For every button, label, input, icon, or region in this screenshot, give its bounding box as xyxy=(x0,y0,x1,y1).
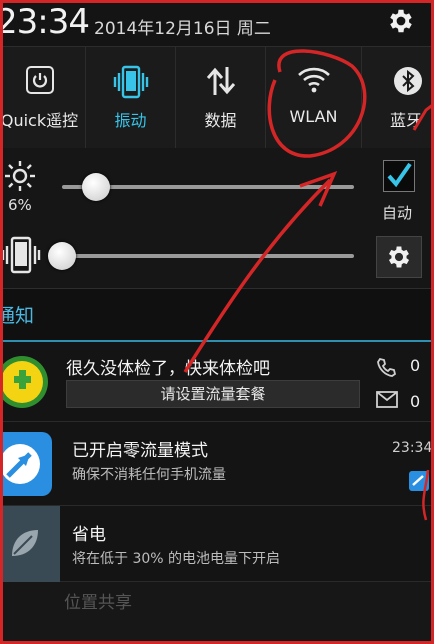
brightness-percent: 6% xyxy=(8,196,32,214)
brightness-slider-thumb[interactable] xyxy=(82,173,111,201)
call-count: 0 xyxy=(410,356,421,375)
quick-settings-toggles: Quick遥控 振动 数据 WLAN 蓝牙 xyxy=(0,46,434,150)
notification-subtitle: 将在低于 30% 的电池电量下开启 xyxy=(72,551,281,567)
toggle-quick-remote[interactable]: Quick遥控 xyxy=(0,47,86,149)
toggle-label: 数据 xyxy=(204,111,237,130)
notification-power-saving[interactable]: 省电 将在低于 30% 的电池电量下开启 xyxy=(0,506,434,582)
notification-title: 已开启零流量模式 xyxy=(72,441,208,461)
checkmark-icon xyxy=(387,162,412,188)
small-app-badge-icon xyxy=(409,471,429,491)
notification-health-check[interactable]: 很久没体检了，快来体检吧 请设置流量套餐 0 0 xyxy=(0,342,434,422)
set-data-plan-button[interactable]: 请设置流量套餐 xyxy=(66,380,360,408)
gear-icon xyxy=(388,246,410,268)
clock: 23:34 xyxy=(0,2,90,42)
data-arrows-icon xyxy=(206,67,235,95)
notification-zero-traffic[interactable]: 已开启零流量模式 确保不消耗任何手机流量 23:34 xyxy=(0,422,434,506)
settings-button[interactable] xyxy=(386,6,416,36)
notification-subtitle: 确保不消耗任何手机流量 xyxy=(72,467,226,483)
message-icon xyxy=(376,391,398,408)
message-count: 0 xyxy=(410,392,421,411)
notification-title: 省电 xyxy=(72,525,106,545)
notification-title: 很久没体检了，快来体检吧 xyxy=(66,359,270,379)
notifications-header: 通知 xyxy=(0,288,434,342)
toggle-label: WLAN xyxy=(289,107,338,126)
notification-time: 23:34 xyxy=(392,440,433,456)
toggle-wlan[interactable]: WLAN xyxy=(266,47,362,149)
power-remote-icon xyxy=(25,66,54,94)
gear-icon xyxy=(390,9,412,33)
toggle-label: 振动 xyxy=(114,111,147,130)
date-label: 2014年12月16日 周二 xyxy=(94,19,271,39)
auto-brightness-checkbox[interactable] xyxy=(383,160,415,192)
vibrate-volume-icon xyxy=(1,236,41,274)
vibrate-icon xyxy=(113,65,148,99)
phone-call-icon xyxy=(377,357,397,377)
brightness-volume-panel: 6% 自动 xyxy=(0,148,434,288)
toggle-label: 蓝牙 xyxy=(389,111,422,130)
notification-status-header: 23:34 2014年12月16日 周二 xyxy=(0,0,434,46)
toggle-mobile-data[interactable]: 数据 xyxy=(176,47,266,149)
leaf-icon xyxy=(12,530,38,556)
auto-brightness-label: 自动 xyxy=(382,204,413,222)
volume-slider-track[interactable] xyxy=(52,254,354,258)
sound-settings-button[interactable] xyxy=(376,236,422,278)
bluetooth-icon xyxy=(394,67,422,95)
notifications-title: 通知 xyxy=(0,305,35,327)
brightness-sun-icon xyxy=(5,161,35,191)
toggle-vibrate[interactable]: 振动 xyxy=(86,47,176,149)
toggle-label: Quick遥控 xyxy=(0,111,79,130)
wifi-icon xyxy=(297,67,330,93)
background-row-label: 位置共享 xyxy=(64,593,132,613)
zero-traffic-app-icon xyxy=(0,432,52,496)
background-list-row: 位置共享 xyxy=(0,582,434,644)
volume-slider-thumb[interactable] xyxy=(48,242,76,270)
security-app-plus-icon xyxy=(0,356,48,408)
power-saving-icon-tile xyxy=(0,506,60,582)
toggle-bluetooth[interactable]: 蓝牙 xyxy=(362,47,434,149)
